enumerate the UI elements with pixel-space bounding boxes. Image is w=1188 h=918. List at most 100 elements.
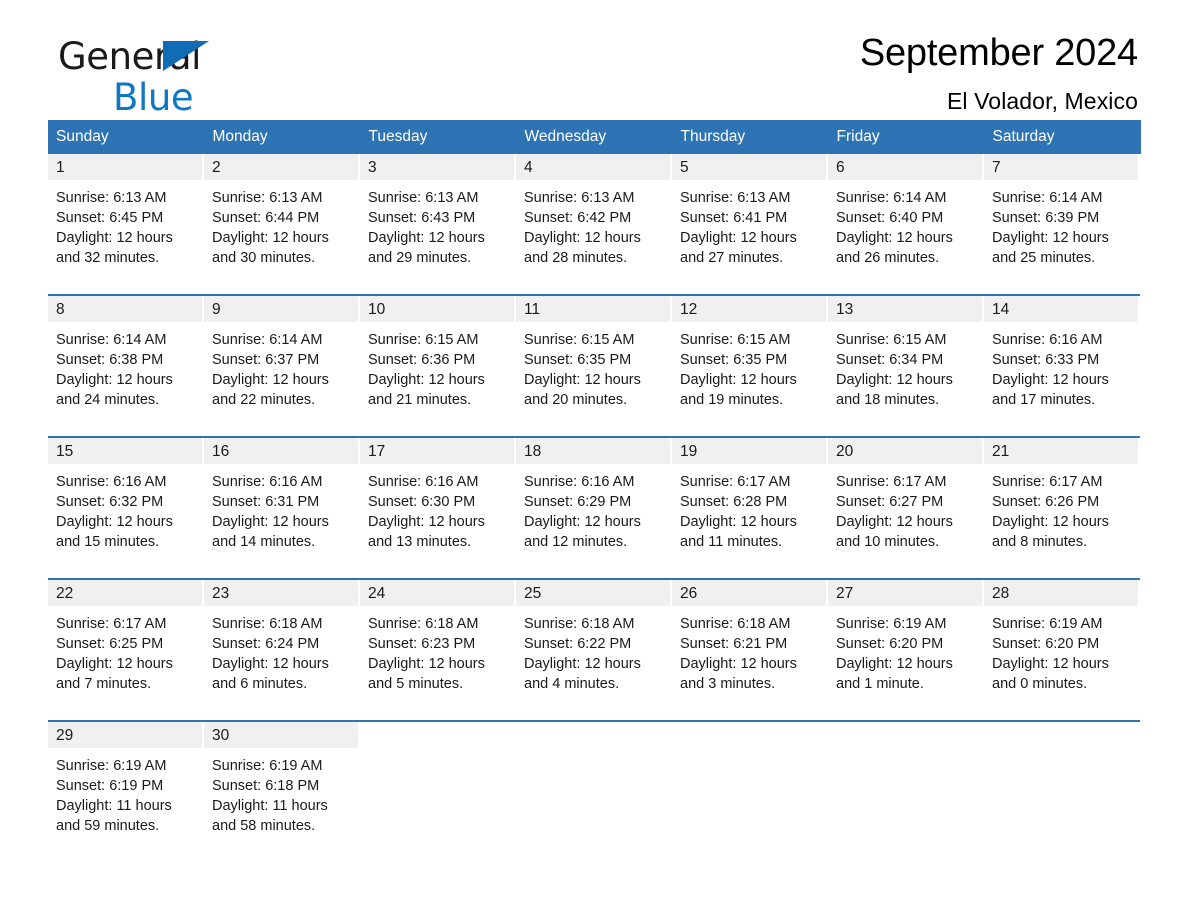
day-details: Sunrise: 6:13 AM Sunset: 6:41 PM Daylight:… (672, 180, 828, 274)
brand-logo: General Blue (58, 38, 358, 118)
calendar-day-cell[interactable]: 24 Sunrise: 6:18 AM Sunset: 6:23 PM Dayligh… (360, 578, 516, 700)
day-cell-content: 5 Sunrise: 6:13 AM Sunset: 6:41 PM Daylight… (672, 154, 828, 274)
calendar-day-cell[interactable]: 17 Sunrise: 6:16 AM Sunset: 6:30 PM Dayligh… (360, 436, 516, 558)
sunrise-text: Sunrise: 6:16 AM (212, 474, 323, 490)
day-cell-content: 4 Sunrise: 6:13 AM Sunset: 6:42 PM Daylight… (516, 154, 672, 274)
calendar-day-cell[interactable]: 19 Sunrise: 6:17 AM Sunset: 6:28 PM Dayligh… (672, 436, 828, 558)
daylight-text-line2: and 19 minutes. (680, 392, 784, 408)
calendar-day-cell[interactable]: 18 Sunrise: 6:16 AM Sunset: 6:29 PM Dayligh… (516, 436, 672, 558)
calendar-day-cell[interactable]: 1 Sunrise: 6:13 AM Sunset: 6:45 PM Daylight… (48, 154, 204, 274)
sunrise-text: Sunrise: 6:13 AM (680, 190, 791, 206)
calendar-day-cell[interactable]: 7 Sunrise: 6:14 AM Sunset: 6:39 PM Daylight… (984, 154, 1140, 274)
sunrise-text: Sunrise: 6:18 AM (524, 616, 635, 632)
day-number: 3 (360, 154, 516, 180)
sunset-text: Sunset: 6:45 PM (56, 210, 164, 226)
sunrise-text: Sunrise: 6:15 AM (836, 332, 947, 348)
calendar-day-cell[interactable]: 23 Sunrise: 6:18 AM Sunset: 6:24 PM Dayligh… (204, 578, 360, 700)
day-details: Sunrise: 6:18 AM Sunset: 6:21 PM Daylight:… (672, 606, 828, 700)
calendar-day-cell[interactable]: 12 Sunrise: 6:15 AM Sunset: 6:35 PM Dayligh… (672, 294, 828, 416)
calendar-day-cell[interactable]: 25 Sunrise: 6:18 AM Sunset: 6:22 PM Dayligh… (516, 578, 672, 700)
sunrise-text: Sunrise: 6:16 AM (368, 474, 479, 490)
day-number (360, 722, 516, 748)
day-number: 15 (48, 438, 204, 464)
day-cell-content: 3 Sunrise: 6:13 AM Sunset: 6:43 PM Daylight… (360, 154, 516, 274)
daylight-text-line1: Daylight: 12 hours (368, 372, 485, 388)
day-cell-content: 9 Sunrise: 6:14 AM Sunset: 6:37 PM Daylight… (204, 296, 360, 416)
calendar-day-cell[interactable]: 26 Sunrise: 6:18 AM Sunset: 6:21 PM Dayligh… (672, 578, 828, 700)
day-details: Sunrise: 6:16 AM Sunset: 6:33 PM Daylight:… (984, 322, 1140, 416)
day-number: 2 (204, 154, 360, 180)
calendar-day-cell[interactable]: 22 Sunrise: 6:17 AM Sunset: 6:25 PM Dayligh… (48, 578, 204, 700)
calendar-day-cell[interactable]: 3 Sunrise: 6:13 AM Sunset: 6:43 PM Daylight… (360, 154, 516, 274)
week-spacer-cell (48, 416, 1140, 437)
sunrise-text: Sunrise: 6:13 AM (524, 190, 635, 206)
daylight-text-line1: Daylight: 12 hours (368, 514, 485, 530)
day-cell-content: 18 Sunrise: 6:16 AM Sunset: 6:29 PM Dayligh… (516, 438, 672, 558)
day-cell-content: 16 Sunrise: 6:16 AM Sunset: 6:31 PM Dayligh… (204, 438, 360, 558)
calendar-day-cell[interactable]: 28 Sunrise: 6:19 AM Sunset: 6:20 PM Dayligh… (984, 578, 1140, 700)
sunset-text: Sunset: 6:41 PM (680, 210, 788, 226)
daylight-text-line1: Daylight: 12 hours (524, 514, 641, 530)
daylight-text-line2: and 12 minutes. (524, 534, 628, 550)
weekday-header-thursday: Thursday (672, 120, 829, 154)
day-cell-content: 6 Sunrise: 6:14 AM Sunset: 6:40 PM Daylight… (828, 154, 984, 274)
calendar-day-cell[interactable]: 14 Sunrise: 6:16 AM Sunset: 6:33 PM Dayligh… (984, 294, 1140, 416)
daylight-text-line2: and 15 minutes. (56, 534, 160, 550)
sunrise-text: Sunrise: 6:18 AM (212, 616, 323, 632)
day-number (984, 722, 1140, 748)
week-spacer-cell (48, 700, 1140, 721)
day-cell-content: 12 Sunrise: 6:15 AM Sunset: 6:35 PM Dayligh… (672, 296, 828, 416)
day-details: Sunrise: 6:13 AM Sunset: 6:44 PM Daylight:… (204, 180, 360, 274)
calendar-day-cell[interactable]: 15 Sunrise: 6:16 AM Sunset: 6:32 PM Dayligh… (48, 436, 204, 558)
calendar-week-row: 22 Sunrise: 6:17 AM Sunset: 6:25 PM Dayligh… (48, 578, 1140, 700)
daylight-text-line1: Daylight: 12 hours (836, 372, 953, 388)
day-cell-content: 17 Sunrise: 6:16 AM Sunset: 6:30 PM Dayligh… (360, 438, 516, 558)
daylight-text-line1: Daylight: 12 hours (212, 656, 329, 672)
calendar-day-cell[interactable]: 20 Sunrise: 6:17 AM Sunset: 6:27 PM Dayligh… (828, 436, 984, 558)
daylight-text-line1: Daylight: 11 hours (212, 798, 328, 814)
daylight-text-line1: Daylight: 12 hours (368, 230, 485, 246)
daylight-text-line1: Daylight: 12 hours (992, 656, 1109, 672)
day-details: Sunrise: 6:15 AM Sunset: 6:34 PM Daylight:… (828, 322, 984, 416)
calendar-day-cell[interactable]: 6 Sunrise: 6:14 AM Sunset: 6:40 PM Daylight… (828, 154, 984, 274)
calendar-day-cell[interactable]: 30 Sunrise: 6:19 AM Sunset: 6:18 PM Dayligh… (204, 720, 360, 842)
day-cell-content (516, 722, 672, 762)
daylight-text-line2: and 11 minutes. (680, 534, 783, 550)
day-number: 19 (672, 438, 828, 464)
daylight-text-line1: Daylight: 12 hours (56, 230, 173, 246)
daylight-text-line1: Daylight: 12 hours (836, 230, 953, 246)
calendar-day-cell[interactable]: 13 Sunrise: 6:15 AM Sunset: 6:34 PM Dayligh… (828, 294, 984, 416)
sunrise-text: Sunrise: 6:14 AM (212, 332, 323, 348)
sunrise-text: Sunrise: 6:19 AM (212, 758, 323, 774)
daylight-text-line2: and 7 minutes. (56, 676, 152, 692)
day-cell-content: 19 Sunrise: 6:17 AM Sunset: 6:28 PM Dayligh… (672, 438, 828, 558)
calendar-day-cell[interactable]: 2 Sunrise: 6:13 AM Sunset: 6:44 PM Daylight… (204, 154, 360, 274)
sunrise-text: Sunrise: 6:17 AM (836, 474, 947, 490)
calendar-day-cell[interactable]: 5 Sunrise: 6:13 AM Sunset: 6:41 PM Daylight… (672, 154, 828, 274)
weekday-header-friday: Friday (828, 120, 985, 154)
calendar-body: 1 Sunrise: 6:13 AM Sunset: 6:45 PM Daylight… (48, 154, 1140, 842)
sunrise-text: Sunrise: 6:17 AM (992, 474, 1103, 490)
calendar-day-cell[interactable]: 10 Sunrise: 6:15 AM Sunset: 6:36 PM Dayligh… (360, 294, 516, 416)
week-spacer (48, 416, 1140, 437)
day-number (672, 722, 828, 748)
day-number: 6 (828, 154, 984, 180)
day-number: 21 (984, 438, 1140, 464)
calendar-day-cell[interactable]: 11 Sunrise: 6:15 AM Sunset: 6:35 PM Dayligh… (516, 294, 672, 416)
day-cell-content: 25 Sunrise: 6:18 AM Sunset: 6:22 PM Dayligh… (516, 580, 672, 700)
calendar-day-cell[interactable]: 9 Sunrise: 6:14 AM Sunset: 6:37 PM Daylight… (204, 294, 360, 416)
calendar-day-cell[interactable]: 4 Sunrise: 6:13 AM Sunset: 6:42 PM Daylight… (516, 154, 672, 274)
sunset-text: Sunset: 6:26 PM (992, 494, 1100, 510)
calendar-day-cell[interactable]: 29 Sunrise: 6:19 AM Sunset: 6:19 PM Dayligh… (48, 720, 204, 842)
daylight-text-line2: and 24 minutes. (56, 392, 160, 408)
daylight-text-line1: Daylight: 12 hours (680, 230, 797, 246)
calendar-day-cell[interactable]: 21 Sunrise: 6:17 AM Sunset: 6:26 PM Dayligh… (984, 436, 1140, 558)
day-cell-content: 29 Sunrise: 6:19 AM Sunset: 6:19 PM Dayligh… (48, 722, 204, 842)
calendar-day-cell[interactable]: 27 Sunrise: 6:19 AM Sunset: 6:20 PM Dayligh… (828, 578, 984, 700)
sunset-text: Sunset: 6:43 PM (368, 210, 476, 226)
calendar-day-cell[interactable]: 16 Sunrise: 6:16 AM Sunset: 6:31 PM Dayligh… (204, 436, 360, 558)
calendar-day-cell[interactable]: 8 Sunrise: 6:14 AM Sunset: 6:38 PM Daylight… (48, 294, 204, 416)
day-details: Sunrise: 6:16 AM Sunset: 6:31 PM Daylight:… (204, 464, 360, 558)
sunrise-text: Sunrise: 6:17 AM (680, 474, 791, 490)
day-details: Sunrise: 6:17 AM Sunset: 6:28 PM Daylight:… (672, 464, 828, 558)
